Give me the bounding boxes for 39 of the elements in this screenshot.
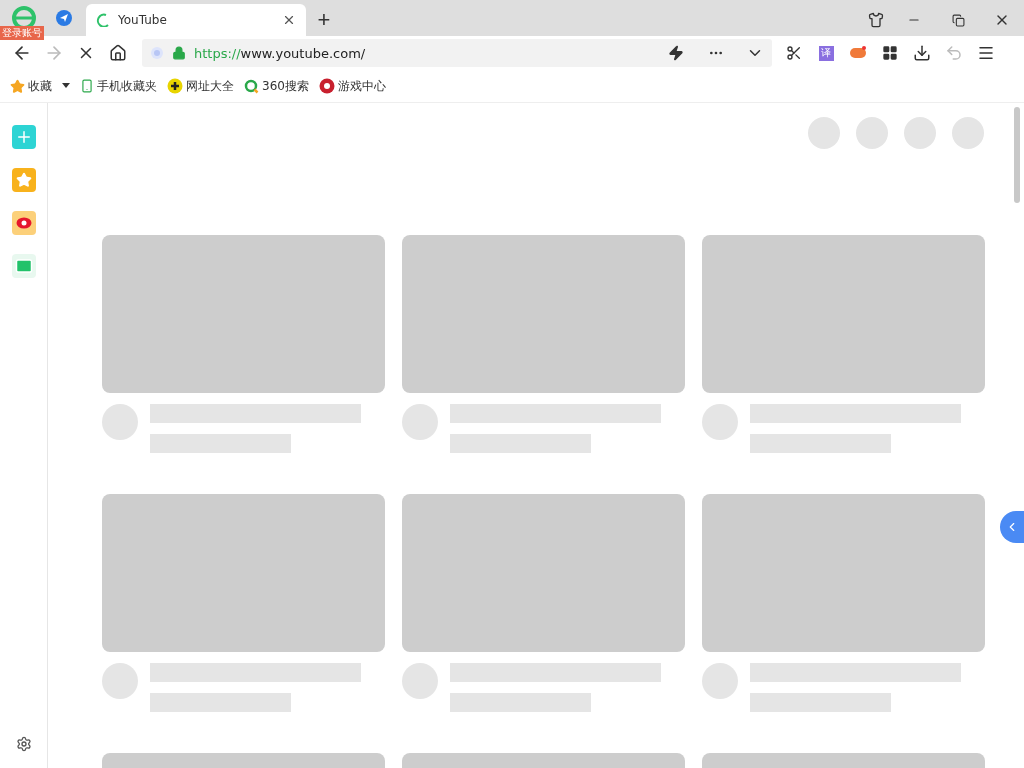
new-tab-button[interactable]: +: [306, 4, 342, 36]
site-icon: [150, 46, 164, 60]
url-text: https://www.youtube.com/: [194, 45, 367, 61]
browser-tab[interactable]: YouTube: [86, 4, 306, 36]
placeholder-circle: [808, 117, 840, 149]
lock-icon: [172, 46, 186, 60]
bookmark-link[interactable]: 收藏: [10, 77, 52, 95]
placeholder-circle: [856, 117, 888, 149]
star-icon: [10, 78, 25, 94]
home-icon: [109, 44, 127, 62]
send-icon: [56, 10, 72, 26]
plus-circle-icon: [167, 78, 183, 94]
address-bar[interactable]: https://www.youtube.com/: [142, 39, 772, 67]
scrollbar-thumb[interactable]: [1014, 107, 1020, 203]
tab-title: YouTube: [118, 13, 168, 27]
settings-icon[interactable]: [15, 736, 32, 752]
collapse-button[interactable]: [1000, 511, 1024, 543]
placeholder-circle: [904, 117, 936, 149]
placeholder-circle: [952, 117, 984, 149]
eye-icon[interactable]: [11, 211, 36, 235]
bookmark-link[interactable]: 网址大全: [167, 77, 234, 95]
phone-icon: [80, 79, 94, 93]
lightning-icon[interactable]: [668, 45, 684, 61]
avatar-placeholder: [102, 663, 138, 699]
avatar-placeholder: [702, 404, 738, 440]
loading-icon: [96, 13, 110, 27]
game-icon: [318, 78, 335, 94]
bookmark-link[interactable]: 手机收藏夹: [80, 77, 157, 95]
avatar-placeholder: [402, 404, 438, 440]
avatar-placeholder: [402, 663, 438, 699]
bookmark-link[interactable]: 360搜索: [244, 77, 309, 95]
bookmark-link[interactable]: 游戏中心: [318, 77, 386, 95]
caret-icon[interactable]: [62, 83, 70, 89]
close-tab-icon[interactable]: [282, 13, 296, 27]
search-icon: [244, 78, 259, 94]
avatar-placeholder: [102, 404, 138, 440]
translate-button[interactable]: 译: [810, 37, 842, 69]
restore-icon: [951, 13, 965, 27]
avatar-placeholder: [702, 663, 738, 699]
